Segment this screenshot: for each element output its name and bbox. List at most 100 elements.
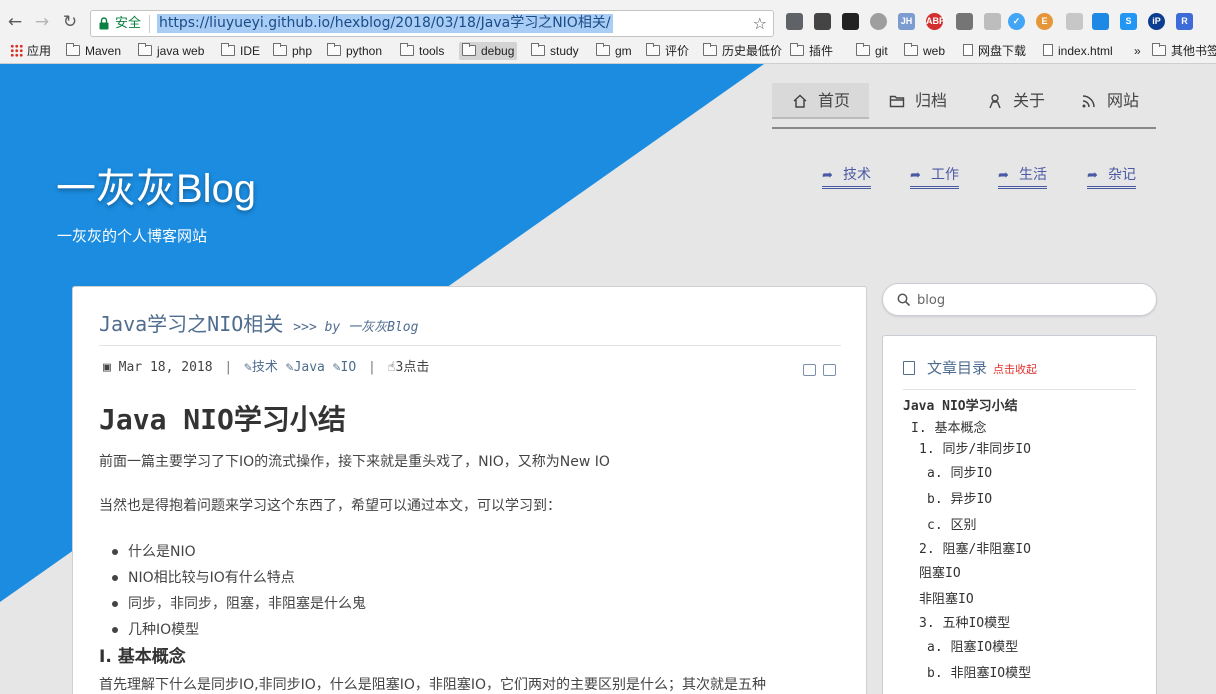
post-tag[interactable]: IO	[341, 360, 357, 375]
bookmark-folder[interactable]: git	[856, 42, 888, 60]
bookmark-label: 评价	[665, 44, 690, 58]
bookmark-folder[interactable]: 评价	[646, 42, 689, 60]
check-icon[interactable]: ✓	[1008, 13, 1025, 30]
extension-puzzle-icon[interactable]	[786, 13, 803, 30]
category-link-tech[interactable]: ➦ 技术	[822, 166, 871, 189]
toc-item[interactable]: 非阻塞IO	[903, 587, 1031, 613]
post-tools	[796, 361, 836, 380]
article-paragraph: 前面一篇主要学习了下IO的流式操作，接下来就是重头戏了，NIO，又称为New I…	[99, 454, 610, 470]
lock-icon	[99, 17, 109, 30]
nav-about[interactable]: 关于	[967, 83, 1061, 119]
bookmark-folder[interactable]: IDE	[221, 42, 260, 60]
gray-box-icon[interactable]	[1066, 13, 1083, 30]
url-text[interactable]: https://liuyueyi.github.io/hexblog/2018/…	[157, 14, 613, 33]
toc-item[interactable]: 2. 阻塞/非阻塞IO	[903, 539, 1031, 561]
jh-icon[interactable]: JH	[898, 13, 915, 30]
bookmark-star-icon[interactable]: ☆	[753, 14, 767, 33]
bookmark-apps[interactable]: 应用	[10, 42, 51, 60]
page-viewport: 首页 归档 关于 网站 ➦ 技术 ➦ 工作 ➦ 生活 ➦ 杂记 一灰灰Blog 一灰灰的…	[0, 64, 1216, 694]
bookmark-folder[interactable]: web	[904, 42, 945, 60]
qr-code-icon[interactable]	[814, 13, 831, 30]
bookmark-folder[interactable]: 插件	[790, 42, 833, 60]
folder-icon	[856, 43, 870, 56]
toc-item[interactable]: 1. 同步/非同步IO	[903, 439, 1031, 461]
bookmark-label: index.html	[1058, 44, 1113, 58]
address-bar[interactable]: 安全 https://liuyueyi.github.io/hexblog/20…	[90, 10, 774, 37]
toc-item[interactable]: c. 区别	[903, 513, 1031, 539]
bookmark-folder[interactable]: 其他书签	[1152, 42, 1216, 60]
folder-icon	[904, 43, 918, 56]
nav-archive[interactable]: 归档	[869, 83, 967, 119]
nav-home[interactable]: 首页	[772, 83, 869, 119]
bookmark-folder[interactable]: gm	[596, 42, 632, 60]
category-link-work[interactable]: ➦ 工作	[910, 166, 959, 189]
toc-item[interactable]: b. 非阻塞IO模型	[903, 661, 1031, 687]
bookmarks-overflow-button[interactable]: »	[1134, 42, 1141, 60]
bookmark-folder[interactable]: Maven	[66, 42, 121, 60]
toc-item[interactable]: 阻塞IO	[903, 561, 1031, 587]
bookmark-folder[interactable]: python	[327, 42, 382, 60]
toc-collapse-button[interactable]: 点击收起	[993, 363, 1037, 376]
toc-list: Java NIO学习小结 I. 基本概念 1. 同步/非同步IO a. 同步IO b. …	[903, 396, 1031, 687]
copy-icon[interactable]	[823, 364, 836, 376]
category-link-misc[interactable]: ➦ 杂记	[1087, 166, 1136, 189]
e-icon[interactable]: E	[1036, 13, 1053, 30]
toc-item[interactable]: b. 异步IO	[903, 487, 1031, 513]
tree-icon[interactable]	[984, 13, 1001, 30]
person-icon	[989, 94, 1001, 109]
toc-item[interactable]: I. 基本概念	[903, 418, 1031, 439]
search-input[interactable]	[917, 291, 1142, 309]
folder-icon	[646, 43, 660, 56]
ip-icon[interactable]: iP	[1148, 13, 1165, 30]
post-tag[interactable]: 技术	[252, 360, 278, 375]
toc-item[interactable]: a. 阻塞IO模型	[903, 635, 1031, 661]
bookmark-folder[interactable]: java web	[138, 42, 204, 60]
bookmark-folder[interactable]: php	[273, 42, 312, 60]
globe-icon[interactable]	[870, 13, 887, 30]
page-icon	[963, 44, 973, 56]
folder-icon	[596, 43, 610, 56]
folder-icon	[790, 43, 804, 56]
post-author: >>> by 一灰灰Blog	[293, 320, 419, 335]
adblock-icon[interactable]: ABP	[926, 13, 945, 30]
post-tag[interactable]: Java	[294, 360, 325, 375]
reload-button[interactable]: ↻	[59, 11, 81, 33]
bookmark-label: 应用	[27, 44, 52, 58]
bookmark-folder[interactable]: debug	[459, 42, 518, 60]
r-icon[interactable]: R	[1176, 13, 1193, 30]
secure-label: 安全	[115, 16, 142, 31]
search-icon	[897, 293, 911, 307]
s-icon[interactable]: S	[1120, 13, 1137, 30]
toc-item[interactable]: a. 同步IO	[903, 461, 1031, 487]
category-label: 工作	[931, 167, 959, 183]
folder-icon	[221, 43, 235, 56]
category-link-life[interactable]: ➦ 生活	[998, 166, 1047, 189]
bookmark-folder[interactable]: study	[531, 42, 579, 60]
bookmark-page[interactable]: 网盘下载	[963, 42, 1026, 60]
toc-item[interactable]: 3. 五种IO模型	[903, 613, 1031, 635]
bookmark-folder[interactable]: 历史最低价	[703, 42, 782, 60]
folder-icon	[703, 43, 717, 56]
back-button[interactable]: ←	[4, 11, 26, 33]
forward-button[interactable]: →	[31, 11, 53, 33]
bookmark-page[interactable]: index.html	[1043, 42, 1113, 60]
qr-grid-icon[interactable]	[842, 13, 859, 30]
tag-icon: ✎	[244, 360, 252, 375]
toc-item[interactable]: Java NIO学习小结	[903, 396, 1031, 418]
category-label: 技术	[843, 167, 871, 183]
pocket-icon[interactable]	[1092, 13, 1109, 30]
post-clicks: 3点击	[395, 360, 430, 375]
gear-icon[interactable]	[956, 13, 973, 30]
article-heading: Java NIO学习小结	[99, 403, 346, 436]
browser-toolbar: ← → ↻ 安全 https://liuyueyi.github.io/hexb…	[0, 7, 1216, 39]
nav-site[interactable]: 网站	[1061, 83, 1156, 119]
meta-separator: |	[368, 360, 376, 375]
folder-icon	[273, 43, 287, 56]
calendar-icon: ▣	[103, 360, 111, 375]
comment-icon[interactable]	[803, 364, 816, 376]
bookmark-folder[interactable]: tools	[400, 42, 444, 60]
address-divider	[149, 15, 150, 33]
post-title[interactable]: Java学习之NIO相关 >>> by 一灰灰Blog	[99, 311, 418, 341]
share-icon: ➦	[998, 168, 1009, 183]
site-title[interactable]: 一灰灰Blog	[56, 164, 256, 214]
